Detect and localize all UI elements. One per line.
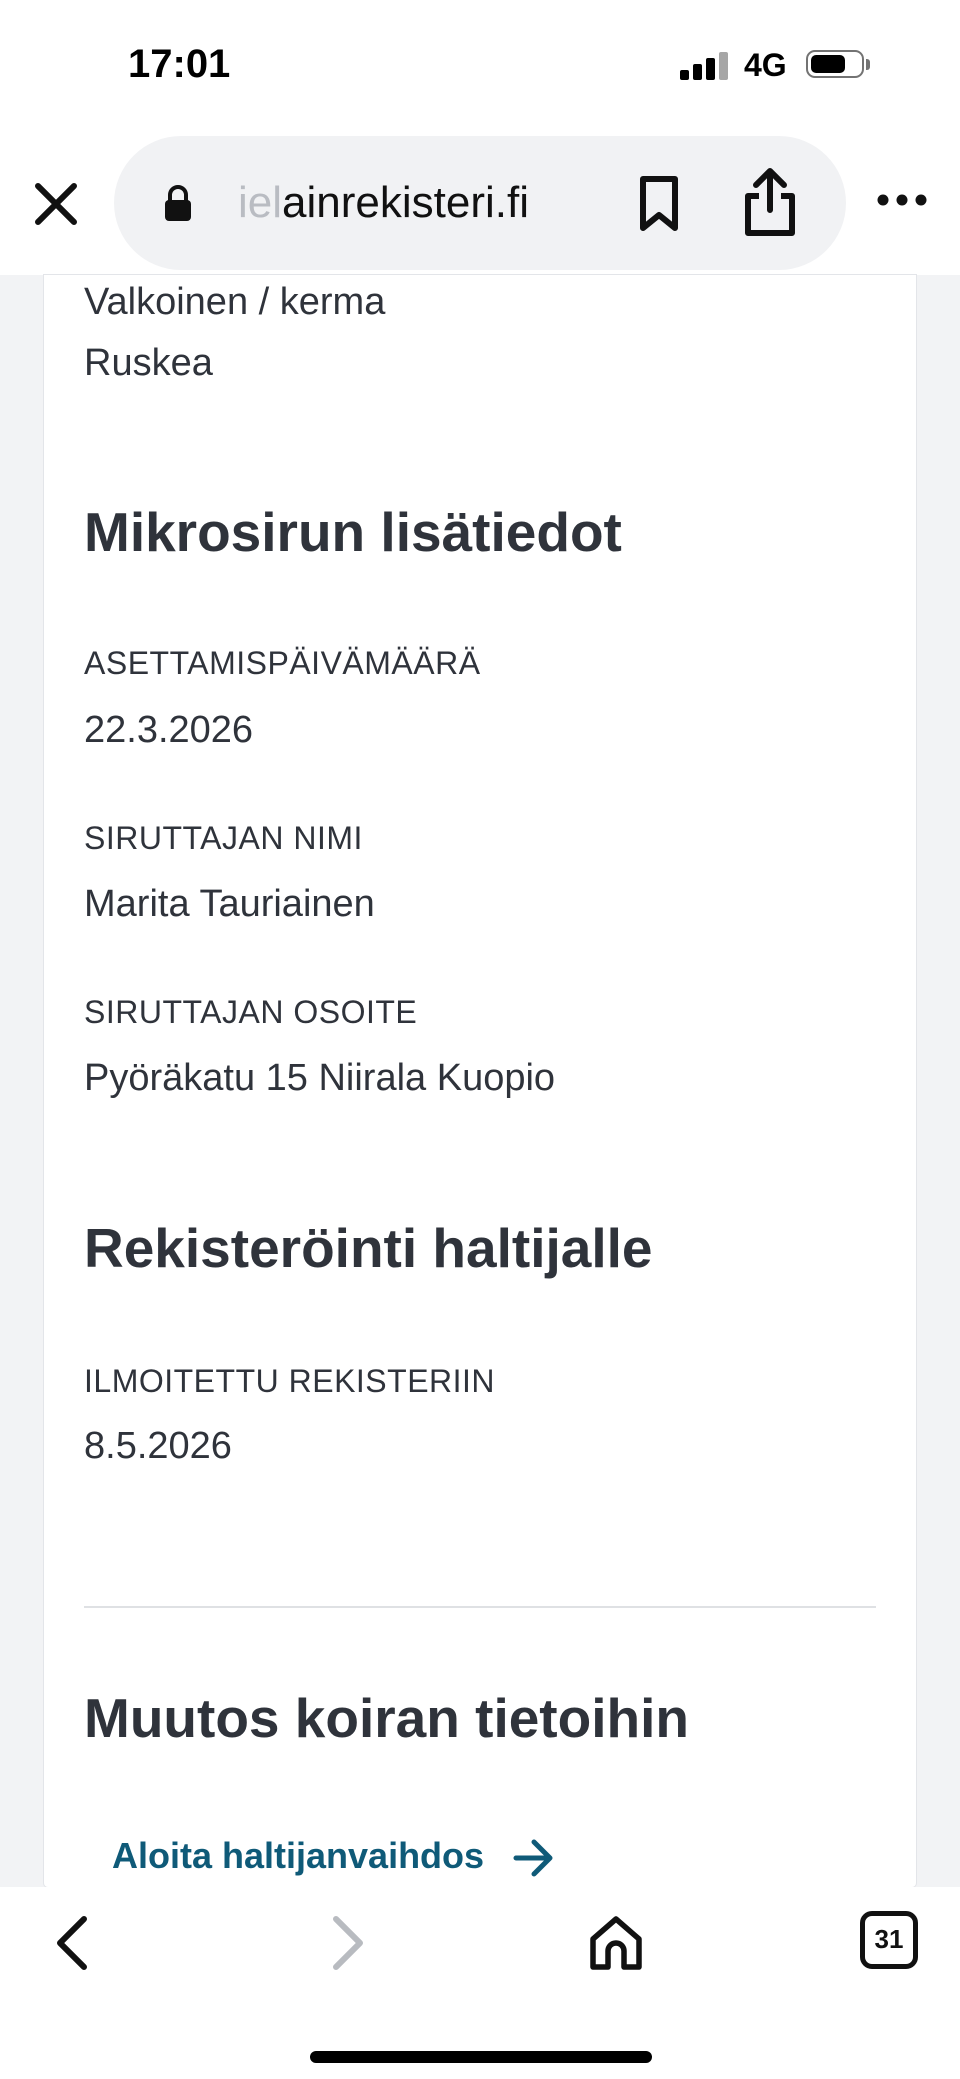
home-indicator [310, 2051, 652, 2063]
url-text: ielainrekisteri.fi [238, 178, 529, 228]
color-value: Ruskea [84, 342, 213, 384]
tab-count: 31 [874, 1924, 904, 1954]
section-heading-microchip: Mikrosirun lisätiedot [84, 501, 622, 563]
start-owner-change-link[interactable]: Aloita haltijanvaihdos [112, 1835, 484, 1877]
signal-icon [680, 52, 730, 80]
browser-toolbar: 31 [0, 1887, 960, 2079]
battery-icon [806, 50, 872, 80]
field-label: SIRUTTAJAN NIMI [84, 820, 363, 856]
arrow-right-icon[interactable] [510, 1835, 558, 1881]
home-icon[interactable] [584, 1911, 648, 1975]
browser-address-row: ielainrekisteri.fi [0, 130, 960, 275]
field-value: Marita Tauriainen [84, 883, 375, 925]
url-faded-part: iel [238, 178, 283, 227]
field-label: ASETTAMISPÄIVÄMÄÄRÄ [84, 645, 481, 681]
network-type: 4G [744, 47, 787, 83]
more-icon[interactable] [876, 190, 928, 210]
field-value: 8.5.2026 [84, 1425, 232, 1467]
field-label: ILMOITETTU REKISTERIIN [84, 1363, 496, 1399]
divider [84, 1606, 876, 1608]
close-icon[interactable] [24, 172, 88, 236]
field-value: Pyöräkatu 15 Niirala Kuopio [84, 1057, 556, 1099]
lock-icon [164, 184, 192, 222]
url-domain: ainrekisteri.fi [282, 178, 529, 227]
address-bar[interactable]: ielainrekisteri.fi [114, 136, 846, 270]
field-label: SIRUTTAJAN OSOITE [84, 994, 418, 1030]
content-card: Valkoinen / kerma Ruskea Mikrosirun lisä… [44, 275, 916, 1887]
color-value: Valkoinen / kerma [84, 281, 386, 323]
status-time: 17:01 [128, 42, 231, 86]
forward-icon[interactable] [318, 1911, 374, 1975]
back-icon[interactable] [46, 1911, 102, 1975]
field-value: 22.3.2026 [84, 709, 254, 751]
status-bar: 17:01 4G [0, 0, 960, 130]
section-heading-registration: Rekisteröinti haltijalle [84, 1217, 653, 1279]
section-heading-change: Muutos koiran tietoihin [84, 1687, 689, 1749]
tabs-icon[interactable]: 31 [860, 1911, 918, 1969]
share-icon[interactable] [740, 166, 800, 238]
bookmark-icon[interactable] [634, 174, 684, 234]
